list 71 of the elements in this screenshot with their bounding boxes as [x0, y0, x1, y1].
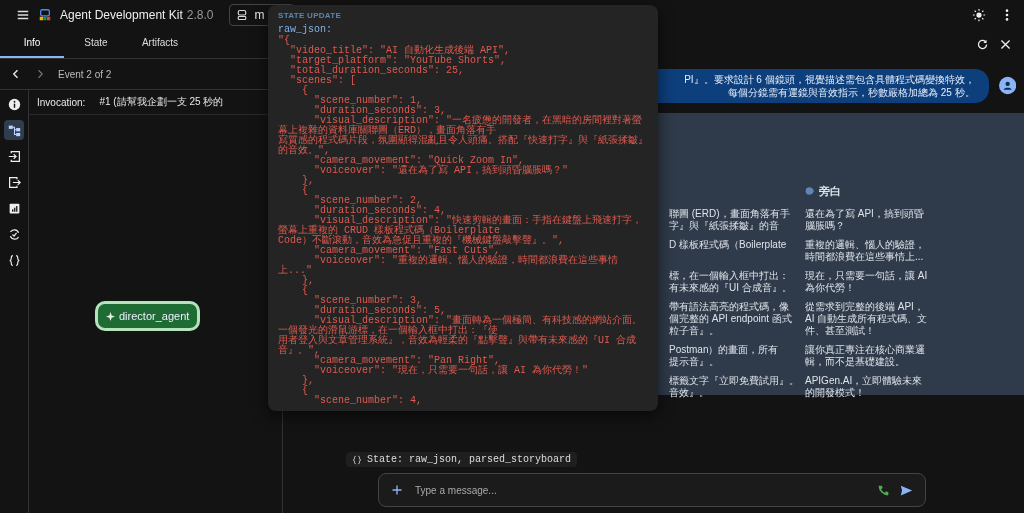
json-line: "scene_number": 4,	[313, 396, 424, 406]
table-cell-text: 標，在一個輸入框中打出： 有未來感的『UI 合成音』。	[669, 270, 793, 294]
login-icon	[7, 149, 21, 163]
state-chip: State: raw_json, parsed_storyboard	[346, 452, 578, 467]
json-line: },	[301, 376, 316, 386]
table-cell-text: 帶有語法高亮的程式碼，像 個完整的 API endpoint 函式 粒子音』。	[669, 301, 793, 337]
sun-icon[interactable]	[972, 8, 986, 22]
event-counter: Event 2 of 2	[58, 68, 112, 80]
json-line: "voiceover": "重複的邏輯、惱人的驗證，時間都浪費在這些事情上..."	[278, 256, 620, 276]
phone-icon[interactable]	[877, 483, 890, 497]
braces-icon	[352, 454, 362, 465]
message-field[interactable]: Type a message...	[378, 473, 926, 507]
json-line: 用者登入與文章管理系統』，音效為輕柔的『點擊聲』與帶有未來感的『UI 合成音』。",	[278, 336, 637, 356]
json-line: {	[301, 86, 310, 96]
table-cell: 從需求到完整的後端 API，AI 自動生成所有程式碼、文件、甚至測試！	[805, 301, 929, 337]
json-line: "video_title": "AI 自動化生成後端 API",	[289, 46, 512, 56]
table-cell: 現在，只需要一句話，讓 AI 為你代勞！	[805, 270, 929, 294]
json-line: 寫質感的程式碼片段，氛圍顯得混亂且令人頭痛。搭配『快速打字』與『紙張揉皺』的音效。",	[278, 136, 648, 156]
table-cell-text: 聯圖 (ERD)，畫面角落有手 字』與『紙張揉皺』的音	[669, 208, 791, 232]
add-icon[interactable]	[391, 484, 403, 496]
refresh-icon[interactable]	[976, 37, 989, 51]
state-key: raw_json:	[278, 24, 648, 36]
sparkle-icon	[106, 311, 115, 321]
json-line: {	[301, 386, 309, 396]
json-line: {	[301, 186, 309, 196]
json-line: "{	[278, 36, 290, 46]
table-cell-text: 重複的邏輯、惱人的驗證，時間都浪費在這些事情上...	[805, 239, 926, 263]
json-line: "camera_movement": "Quick Zoom In",	[313, 156, 525, 166]
panel-tab[interactable]: Info	[0, 30, 64, 58]
json-line: "voiceover": "現在，只需要一句話，讓 AI 為你代勞！"	[313, 366, 590, 376]
panel-tab[interactable]: Artifacts	[128, 30, 192, 58]
json-line: "scene_number": 2,	[313, 196, 423, 206]
table-cell-text: 還在為了寫 API，搞到頭昏腦脹嗎？	[805, 208, 925, 232]
json-line: },	[301, 176, 316, 186]
json-line: "scenes": [	[289, 76, 357, 86]
json-line: Code）不斷滾動，音效為急促且重複的『機械鍵盤敲擊聲』。",	[278, 236, 565, 246]
table-cell-text: 讓你真正專注在核心商業邏輯，而不是基礎建設。	[805, 344, 926, 368]
menu-icon[interactable]	[16, 8, 30, 22]
invocation-value: #1 (請幫我企劃一支 25 秒的	[99, 95, 224, 109]
close-icon[interactable]	[999, 37, 1012, 51]
json-line: },	[301, 276, 316, 286]
json-line: "target_platform": "YouTube Shorts",	[289, 56, 508, 66]
json-line: "scene_number": 3,	[313, 296, 423, 306]
braces-icon	[7, 253, 21, 267]
table-cell-text: Postman）的畫面，所有 提示音』。	[669, 344, 780, 368]
json-line: "duration_seconds": 3,	[314, 106, 447, 116]
panel-tab[interactable]: State	[64, 30, 128, 58]
tree-icon	[7, 123, 21, 137]
table-cell: 標籤文字『立即免費試用』。 音效』。	[669, 375, 799, 399]
json-line: {	[301, 286, 309, 296]
json-line: "total_duration_seconds": 25,	[289, 66, 465, 76]
send-icon[interactable]	[900, 483, 913, 497]
bar-chart-icon	[7, 201, 21, 215]
table-cell-text: APIGen.AI，立即體驗未來的開發模式！	[805, 375, 924, 399]
info-icon	[7, 97, 21, 111]
sync-check-icon	[7, 227, 21, 241]
json-line: "voiceover": "還在為了寫 API，搞到頭昏腦脹嗎？"	[313, 166, 570, 176]
sidebar-button[interactable]	[4, 120, 24, 140]
robot-logo-icon	[38, 8, 52, 22]
table-cell-text: D 樣板程式碼（Boilerplate	[669, 239, 788, 252]
column-header: 旁白	[805, 181, 929, 201]
invocation-label: Invocation:	[37, 96, 86, 108]
json-line: "duration_seconds": 4,	[314, 206, 447, 216]
agent-node[interactable]: director_agent	[95, 301, 201, 331]
app-version: 2.8.0	[186, 8, 214, 22]
json-line: "duration_seconds": 5,	[314, 306, 447, 316]
app-title: Agent Development Kit	[60, 8, 183, 22]
json-line: "camera_movement": "Pan Right",	[313, 356, 501, 366]
json-line: "scene_number": 1,	[313, 96, 423, 106]
logout-icon	[7, 175, 21, 189]
message-input[interactable]: Type a message...	[413, 483, 867, 497]
